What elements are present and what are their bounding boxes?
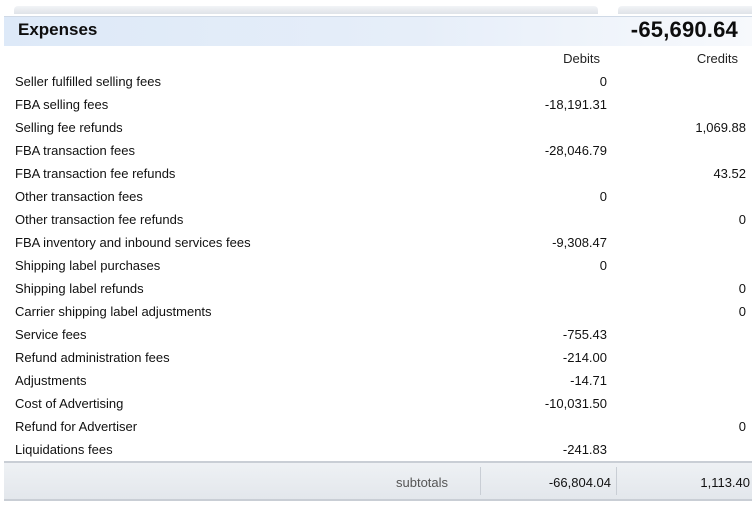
section-top-rule [14, 6, 598, 14]
row-credit: 0 [738, 304, 746, 319]
row-credit: 0 [738, 212, 746, 227]
row-label: Other transaction fees [15, 189, 143, 204]
expense-rows: Seller fulfilled selling fees 0 FBA sell… [0, 70, 752, 461]
row-credit: 43.52 [713, 166, 746, 181]
table-row: Carrier shipping label adjustments 0 [0, 300, 752, 323]
row-debit: -14.71 [570, 373, 607, 388]
table-row: FBA selling fees -18,191.31 [0, 93, 752, 116]
column-header-debits: Debits [563, 51, 600, 66]
section-top-rule-right [618, 6, 752, 14]
row-label: Refund for Advertiser [15, 419, 138, 434]
row-label: Selling fee refunds [15, 120, 123, 135]
row-debit: -10,031.50 [544, 396, 607, 411]
row-label: Carrier shipping label adjustments [15, 304, 212, 319]
row-label: FBA selling fees [15, 97, 109, 112]
column-divider [480, 467, 481, 495]
row-debit: -214.00 [562, 350, 607, 365]
row-label: FBA inventory and inbound services fees [15, 235, 251, 250]
row-label: Adjustments [15, 373, 87, 388]
row-label: FBA transaction fees [15, 143, 135, 158]
table-row: Refund for Advertiser 0 [0, 415, 752, 438]
row-label: Seller fulfilled selling fees [15, 74, 161, 89]
row-label: Shipping label refunds [15, 281, 144, 296]
table-row: Refund administration fees -214.00 [0, 346, 752, 369]
row-debit: -9,308.47 [552, 235, 607, 250]
row-label: Service fees [15, 327, 87, 342]
row-credit: 1,069.88 [695, 120, 746, 135]
row-debit: -18,191.31 [544, 97, 607, 112]
table-row: Other transaction fee refunds 0 [0, 208, 752, 231]
subtotals-row: subtotals -66,804.04 1,113.40 [4, 461, 752, 501]
row-label: Refund administration fees [15, 350, 170, 365]
table-row: Shipping label purchases 0 [0, 254, 752, 277]
table-row: FBA transaction fees -28,046.79 [0, 139, 752, 162]
table-row: FBA transaction fee refunds 43.52 [0, 162, 752, 185]
table-row: Shipping label refunds 0 [0, 277, 752, 300]
row-label: FBA transaction fee refunds [15, 166, 176, 181]
row-label: Liquidations fees [15, 442, 113, 457]
table-row: Selling fee refunds 1,069.88 [0, 116, 752, 139]
row-debit: -28,046.79 [544, 143, 607, 158]
row-credit: 0 [738, 281, 746, 296]
section-title: Expenses [18, 20, 98, 39]
section-total: -65,690.64 [630, 17, 738, 42]
row-debit: -241.83 [562, 442, 607, 457]
subtotal-credit: 1,113.40 [700, 475, 750, 490]
row-debit: 0 [599, 258, 607, 273]
row-credit: 0 [738, 419, 746, 434]
table-row: Adjustments -14.71 [0, 369, 752, 392]
row-label: Cost of Advertising [15, 396, 124, 411]
column-divider [616, 467, 617, 495]
subtotal-debit: -66,804.04 [548, 475, 611, 490]
row-label: Other transaction fee refunds [15, 212, 184, 227]
table-row: Seller fulfilled selling fees 0 [0, 70, 752, 93]
table-row: Other transaction fees 0 [0, 185, 752, 208]
column-header-credits: Credits [696, 51, 738, 66]
table-row: Cost of Advertising -10,031.50 [0, 392, 752, 415]
table-row: Service fees -755.43 [0, 323, 752, 346]
row-label: Shipping label purchases [15, 258, 161, 273]
table-row: Liquidations fees -241.83 [0, 438, 752, 461]
row-debit: 0 [599, 189, 607, 204]
row-debit: -755.43 [562, 327, 607, 342]
subtotals-label: subtotals [396, 475, 449, 490]
row-debit: 0 [599, 74, 607, 89]
expenses-header: Expenses -65,690.64 [4, 16, 752, 46]
table-row: FBA inventory and inbound services fees … [0, 231, 752, 254]
